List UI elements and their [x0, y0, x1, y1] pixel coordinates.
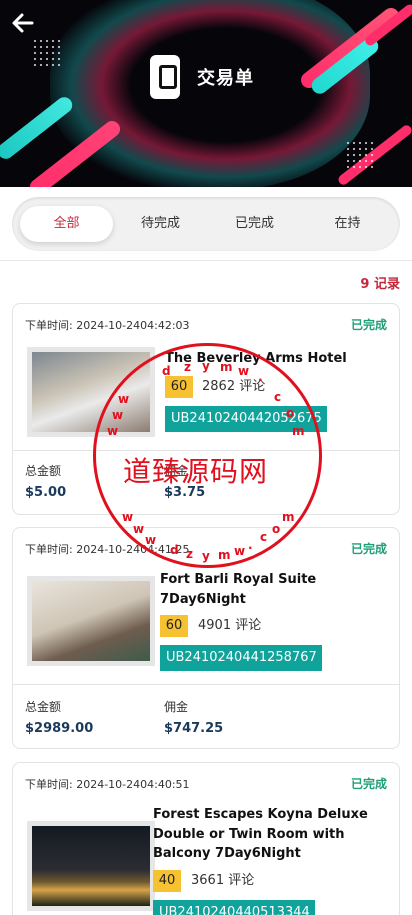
order-time: 下单时间: 2024-10-2404:41:25	[25, 543, 190, 556]
order-card[interactable]: 下单时间: 2024-10-2404:42:03 已完成 The Beverle…	[12, 303, 400, 515]
phone-icon	[150, 55, 180, 99]
header-banner: 交易单	[0, 0, 412, 187]
record-count: 9 记录	[360, 277, 400, 292]
back-arrow-icon[interactable]	[10, 10, 36, 36]
status-tabs: 全部 待完成 已完成 在持	[12, 197, 400, 251]
order-code: UB2410240440513344	[153, 900, 315, 915]
order-time: 下单时间: 2024-10-2404:40:51	[25, 778, 190, 791]
divider	[13, 684, 399, 685]
tab-holding[interactable]: 在持	[301, 206, 394, 242]
order-status: 已完成	[350, 777, 387, 791]
order-status: 已完成	[350, 318, 387, 332]
commission-amount: $747.25	[164, 721, 224, 736]
hotel-name: Balcony 7Day6Night	[153, 846, 301, 861]
decor-dots	[32, 38, 62, 68]
hotel-image	[27, 821, 155, 911]
total-amount: $2989.00	[25, 721, 94, 736]
divider	[0, 260, 412, 261]
hotel-name: The Beverley Arms Hotel	[165, 351, 347, 366]
total-label: 总金额	[25, 700, 62, 714]
commission-label: 佣金	[164, 700, 189, 714]
commission-label: 佣金	[164, 464, 189, 478]
tab-completed[interactable]: 已完成	[208, 206, 301, 242]
hotel-image	[27, 347, 155, 437]
order-card[interactable]: 下单时间: 2024-10-2404:40:51 已完成 Forest Esca…	[12, 762, 400, 915]
rating-badge: 40	[153, 870, 181, 892]
rating-badge: 60	[160, 615, 188, 637]
page-title: 交易单	[197, 68, 254, 89]
commission-amount: $3.75	[164, 485, 206, 500]
tab-all[interactable]: 全部	[20, 206, 113, 242]
order-code: UB2410240441258767	[160, 645, 322, 671]
order-status: 已完成	[350, 542, 387, 556]
divider	[13, 450, 399, 451]
hotel-image	[27, 576, 155, 666]
hotel-name: Double or Twin Room with	[153, 827, 345, 842]
total-amount: $5.00	[25, 485, 67, 500]
review-count: 4901 评论	[198, 618, 262, 633]
hotel-name: Forest Escapes Koyna Deluxe	[153, 807, 368, 822]
order-card[interactable]: 下单时间: 2024-10-2404:41:25 已完成 Fort Barli …	[12, 527, 400, 749]
order-code: UB2410240442052675	[165, 406, 327, 432]
hotel-name: 7Day6Night	[160, 592, 246, 607]
total-label: 总金额	[25, 464, 62, 478]
tab-pending[interactable]: 待完成	[114, 206, 207, 242]
review-count: 3661 评论	[191, 873, 255, 888]
decor-dots	[345, 140, 375, 170]
rating-badge: 60	[165, 376, 193, 398]
review-count: 2862 评论	[202, 379, 266, 394]
hotel-name: Fort Barli Royal Suite	[160, 572, 317, 587]
order-time: 下单时间: 2024-10-2404:42:03	[25, 319, 190, 332]
